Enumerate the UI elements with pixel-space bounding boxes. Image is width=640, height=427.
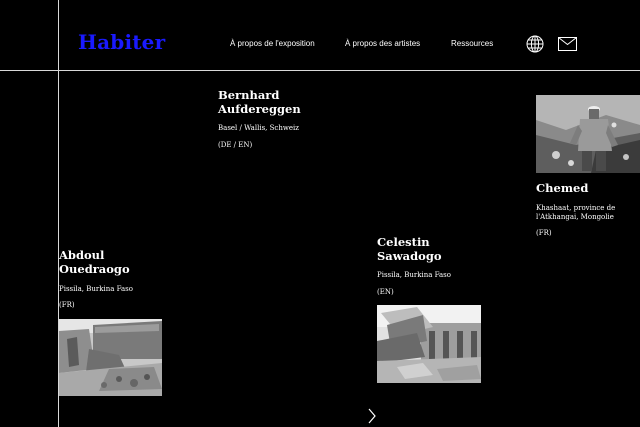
site-logo[interactable]: Habiter [78,30,165,54]
artist-location-line: Khashaat, province de [536,204,616,212]
artist-languages[interactable]: (DE / EN) [218,141,252,150]
nav-resources[interactable]: Ressources [451,39,493,48]
artist-location: Pissila, Burkina Faso [59,285,133,293]
nav-about-artists[interactable]: À propos des artistes [345,39,420,48]
artist-languages[interactable]: (FR) [536,229,552,238]
artist-name[interactable]: Celestin Sawadogo [377,235,442,263]
artist-photo-chemed[interactable] [536,95,640,173]
globe-icon[interactable] [526,35,544,58]
artist-name[interactable]: Bernhard Aufdereggen [218,88,301,116]
artist-name-line: Sawadogo [377,249,442,263]
chevron-right-icon[interactable] [367,408,377,427]
artist-name[interactable]: Chemed [536,181,588,195]
artist-languages[interactable]: (FR) [59,301,75,310]
artist-location: Khashaat, province de l'Atkhangai, Mongo… [536,204,615,222]
artist-languages[interactable]: (EN) [377,288,394,297]
nav-about-exhibition[interactable]: À propos de l'exposition [230,39,315,48]
artist-location: Pissila, Burkina Faso [377,271,451,279]
artist-location-line: l'Atkhangai, Mongolie [536,213,614,221]
artist-name-line: Abdoul [59,248,105,262]
artist-name-line: Aufdereggen [218,102,301,116]
artist-name[interactable]: Abdoul Ouedraogo [59,248,130,276]
artist-name-line: Bernhard [218,88,280,102]
artist-photo-celestin[interactable] [377,305,481,383]
artist-name-line: Celestin [377,235,430,249]
artist-location: Basel / Wallis, Schweiz [218,124,299,132]
page: Habiter À propos de l'exposition À propo… [0,0,640,427]
header-divider [0,70,640,71]
artist-photo-abdoul[interactable] [59,319,162,396]
artist-name-line: Ouedraogo [59,262,130,276]
artist-name-line: Chemed [536,181,589,195]
mail-icon[interactable] [558,37,577,56]
